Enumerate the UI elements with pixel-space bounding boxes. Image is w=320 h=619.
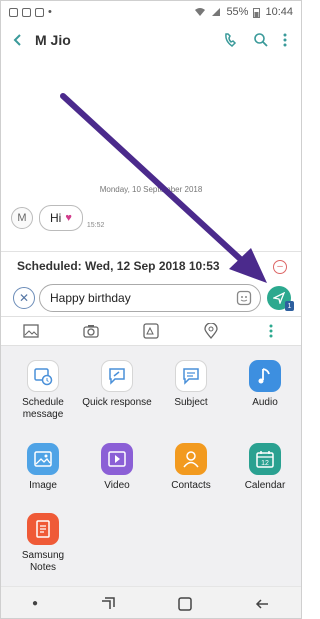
battery-percent: 55% <box>226 6 249 18</box>
calendar-clock-icon <box>27 360 59 392</box>
sim-badge: 1 <box>285 301 294 311</box>
attachment-label: Calendar <box>244 479 286 491</box>
scheduled-text: Scheduled: Wed, 12 Sep 2018 10:53 <box>17 258 220 273</box>
message-input[interactable]: Happy birthday <box>39 284 261 312</box>
gallery-tab[interactable] <box>1 324 61 338</box>
sticker-pack-icon <box>143 323 159 339</box>
camera-icon <box>83 325 99 338</box>
video-icon <box>101 442 133 475</box>
close-icon[interactable]: ✕ <box>13 287 35 309</box>
contact-title: M Jio <box>35 32 71 48</box>
battery-icon <box>253 7 261 18</box>
image-icon <box>23 324 39 338</box>
remove-schedule-icon[interactable]: – <box>273 260 287 274</box>
message-input-text: Happy birthday <box>50 291 131 305</box>
quick-response-icon <box>101 360 133 392</box>
attachment-quick-response[interactable]: Quick response <box>81 360 153 433</box>
notes-icon <box>27 513 59 546</box>
more-notifications-icon: • <box>48 6 52 18</box>
attachment-image[interactable]: Image <box>7 442 79 504</box>
attachment-label: Video <box>104 479 130 491</box>
back-nav-icon[interactable] <box>254 597 270 611</box>
phone-screen: • 55% 10:44 M Jio Monday, 10 September 2… <box>0 0 302 619</box>
message-time: 15:52 <box>86 222 105 229</box>
phone-icon[interactable] <box>223 32 239 48</box>
attachment-contacts[interactable]: Contacts <box>155 442 227 504</box>
image-icon <box>27 442 59 475</box>
clock: 10:44 <box>265 6 293 18</box>
camera-tab[interactable] <box>61 324 121 338</box>
attachment-audio[interactable]: Audio <box>229 360 301 433</box>
avatar[interactable]: M <box>11 207 33 229</box>
attachment-label: Schedule message <box>22 397 64 420</box>
message-row: M Hi ♥ 15:52 <box>11 205 104 231</box>
more-tab[interactable] <box>241 324 301 338</box>
attachment-toolbar <box>1 316 301 346</box>
attachment-label: Audio <box>252 397 278 408</box>
subject-icon <box>175 360 207 392</box>
status-bar: • 55% 10:44 <box>1 1 301 23</box>
wifi-icon <box>195 8 206 16</box>
contact-icon <box>175 442 207 475</box>
nav-dot-icon[interactable]: ● <box>32 598 38 609</box>
attachment-label: Quick response <box>82 397 152 408</box>
message-bubble[interactable]: Hi ♥ <box>39 205 83 231</box>
send-icon <box>273 292 285 304</box>
scheduled-bar[interactable]: Scheduled: Wed, 12 Sep 2018 10:53 – <box>1 251 301 279</box>
sticker-icon[interactable] <box>236 290 252 306</box>
sticker-tab[interactable] <box>121 323 181 339</box>
conversation-area: Monday, 10 September 2018 M Hi ♥ 15:52 <box>1 57 301 251</box>
notification-icon <box>9 7 18 17</box>
notification-icon <box>22 7 31 17</box>
back-button[interactable] <box>1 33 35 47</box>
music-note-icon <box>249 360 281 392</box>
attachment-subject[interactable]: Subject <box>155 360 227 433</box>
attachment-calendar[interactable]: 12 Calendar <box>229 442 301 504</box>
attachment-schedule-message[interactable]: Schedule message <box>7 360 79 433</box>
attachment-grid: Schedule message Quick response Subject … <box>1 346 301 586</box>
signal-icon <box>212 8 221 16</box>
app-bar: M Jio <box>1 23 301 57</box>
calendar-icon: 12 <box>249 442 281 475</box>
attachment-samsung-notes[interactable]: Samsung Notes <box>7 513 79 586</box>
navigation-bar: ● <box>1 586 301 618</box>
compose-row: ✕ Happy birthday 1 <box>1 281 301 315</box>
notification-icon <box>35 7 44 17</box>
location-tab[interactable] <box>181 323 241 339</box>
back-arrow-icon <box>13 34 21 46</box>
message-text: Hi <box>50 211 62 225</box>
more-vertical-icon <box>269 324 273 338</box>
recent-apps-icon[interactable] <box>100 596 116 611</box>
attachment-label: Subject <box>174 397 208 408</box>
location-pin-icon <box>204 323 218 339</box>
home-icon[interactable] <box>178 596 192 611</box>
heart-emoji-icon: ♥ <box>65 212 72 224</box>
search-icon[interactable] <box>253 32 269 48</box>
attachment-video[interactable]: Video <box>81 442 153 504</box>
date-separator: Monday, 10 September 2018 <box>99 185 203 194</box>
calendar-day: 12 <box>261 460 269 467</box>
attachment-label: Samsung Notes <box>21 550 65 574</box>
attachment-label: Contacts <box>171 479 211 491</box>
more-options-icon[interactable] <box>283 33 287 47</box>
attachment-label: Image <box>29 479 57 491</box>
notification-icons: • <box>9 6 52 18</box>
